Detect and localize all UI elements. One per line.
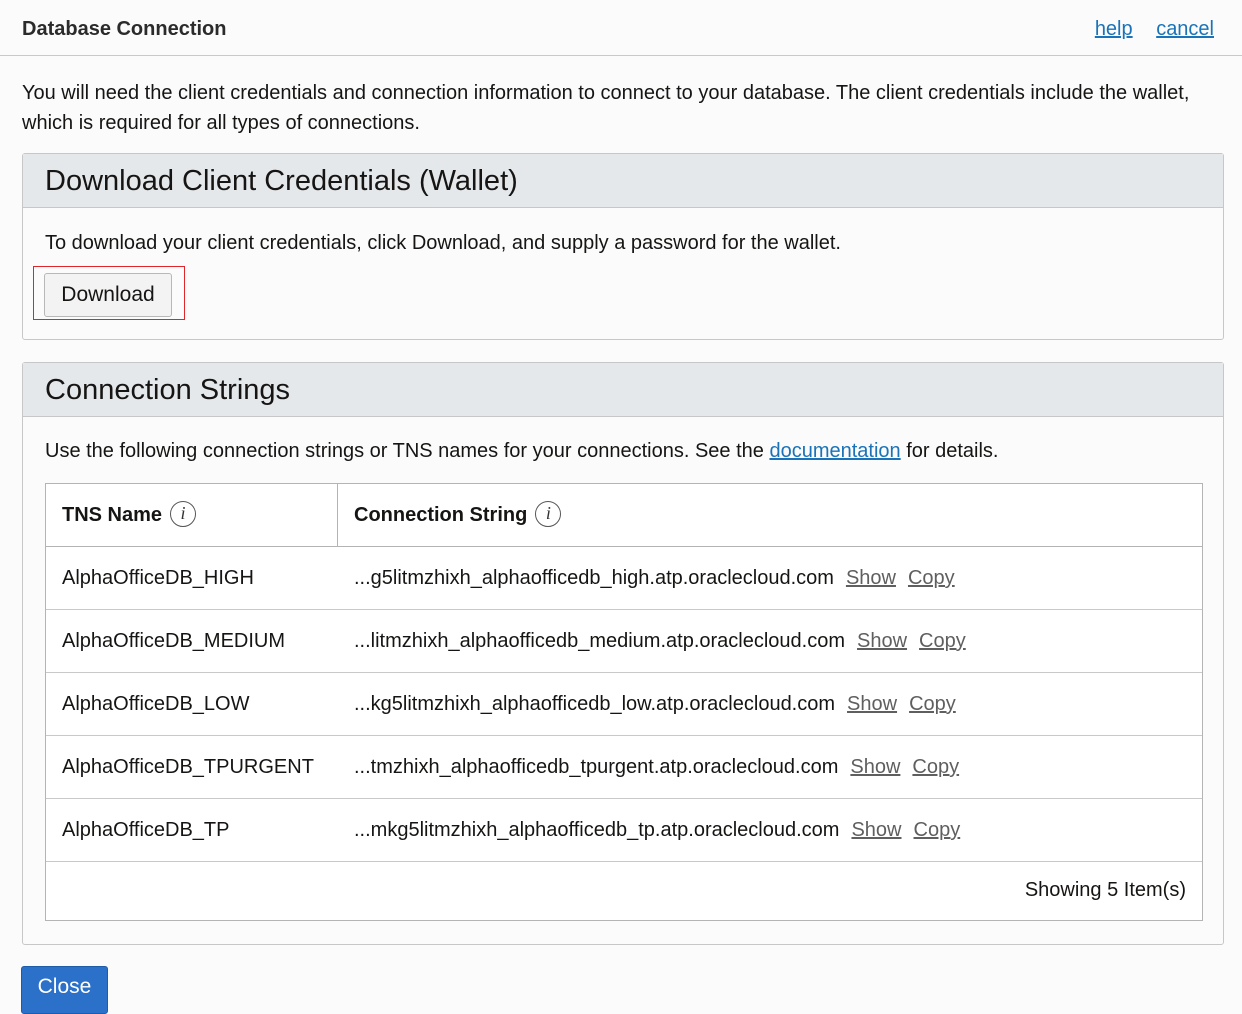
connection-string-cell: ...g5litmzhixh_alphaofficedb_high.atp.or… <box>354 567 955 590</box>
table-footer-item-count: Showing 5 Item(s) <box>1024 879 1186 901</box>
header-links: help cancel <box>1077 18 1214 41</box>
info-icon[interactable]: i <box>535 500 562 527</box>
show-link[interactable]: Show <box>847 693 897 715</box>
copy-link[interactable]: Copy <box>919 630 966 652</box>
help-link[interactable]: help <box>1095 18 1133 40</box>
show-link[interactable]: Show <box>846 567 896 589</box>
connection-string-value: ...g5litmzhixh_alphaofficedb_high.atp.or… <box>354 567 834 589</box>
table-row: AlphaOfficeDB_MEDIUM ...litmzhixh_alphao… <box>46 610 1202 673</box>
show-link[interactable]: Show <box>851 819 901 841</box>
column-header-connection-string[interactable]: Connection String i <box>338 484 1202 546</box>
tns-name-cell: AlphaOfficeDB_TPURGENT <box>62 756 314 778</box>
column-header-tns-name[interactable]: TNS Name i <box>46 484 338 546</box>
info-icon[interactable]: i <box>170 500 197 527</box>
dialog-header: Database Connection help cancel <box>0 0 1242 56</box>
connection-string-cell: ...tmzhixh_alphaofficedb_tpurgent.atp.or… <box>354 756 959 779</box>
copy-link[interactable]: Copy <box>909 693 956 715</box>
column-header-connection-string-label: Connection String <box>354 504 528 526</box>
cancel-link[interactable]: cancel <box>1156 18 1214 40</box>
dialog-title: Database Connection <box>22 18 227 40</box>
description-text-after: for details. <box>900 440 999 462</box>
tns-name-cell: AlphaOfficeDB_MEDIUM <box>62 630 286 652</box>
table-row: AlphaOfficeDB_TP ...mkg5litmzhixh_alphao… <box>46 799 1202 862</box>
connection-string-value: ...mkg5litmzhixh_alphaofficedb_tp.atp.or… <box>354 819 840 841</box>
download-button[interactable]: Download <box>44 273 172 317</box>
tns-name-cell: AlphaOfficeDB_TP <box>62 819 230 841</box>
wallet-panel-title: Download Client Credentials (Wallet) <box>23 154 1223 208</box>
table-header: TNS Name i Connection String i <box>46 484 1202 547</box>
show-link[interactable]: Show <box>857 630 907 652</box>
intro-text: You will need the client credentials and… <box>22 82 1190 134</box>
connection-string-cell: ...kg5litmzhixh_alphaofficedb_low.atp.or… <box>354 693 956 716</box>
column-header-tns-name-label: TNS Name <box>62 504 163 526</box>
copy-link[interactable]: Copy <box>908 567 955 589</box>
documentation-link[interactable]: documentation <box>769 440 900 462</box>
connection-string-value: ...tmzhixh_alphaofficedb_tpurgent.atp.or… <box>354 756 839 778</box>
wallet-description: To download your client credentials, cli… <box>45 232 841 254</box>
connection-string-cell: ...litmzhixh_alphaofficedb_medium.atp.or… <box>354 630 966 653</box>
table-row: AlphaOfficeDB_TPURGENT ...tmzhixh_alphao… <box>46 736 1202 799</box>
connection-strings-panel: Connection Strings Use the following con… <box>22 362 1224 945</box>
tns-name-cell: AlphaOfficeDB_HIGH <box>62 567 254 589</box>
connection-string-value: ...kg5litmzhixh_alphaofficedb_low.atp.or… <box>354 693 836 715</box>
copy-link[interactable]: Copy <box>914 819 961 841</box>
connection-strings-table: TNS Name i Connection String i AlphaOffice… <box>45 483 1203 921</box>
description-text-before: Use the following connection strings or … <box>45 440 770 462</box>
table-row: AlphaOfficeDB_HIGH ...g5litmzhixh_alphao… <box>46 547 1202 610</box>
show-link[interactable]: Show <box>850 756 900 778</box>
connection-strings-title: Connection Strings <box>23 363 1223 417</box>
close-button[interactable]: Close <box>21 966 108 1014</box>
table-row: AlphaOfficeDB_LOW ...kg5litmzhixh_alphao… <box>46 673 1202 736</box>
connection-string-cell: ...mkg5litmzhixh_alphaofficedb_tp.atp.or… <box>354 819 960 842</box>
connection-strings-description: Use the following connection strings or … <box>45 440 998 463</box>
tns-name-cell: AlphaOfficeDB_LOW <box>62 693 250 715</box>
wallet-panel: Download Client Credentials (Wallet) To … <box>22 153 1224 340</box>
copy-link[interactable]: Copy <box>912 756 959 778</box>
connection-string-value: ...litmzhixh_alphaofficedb_medium.atp.or… <box>354 630 846 652</box>
